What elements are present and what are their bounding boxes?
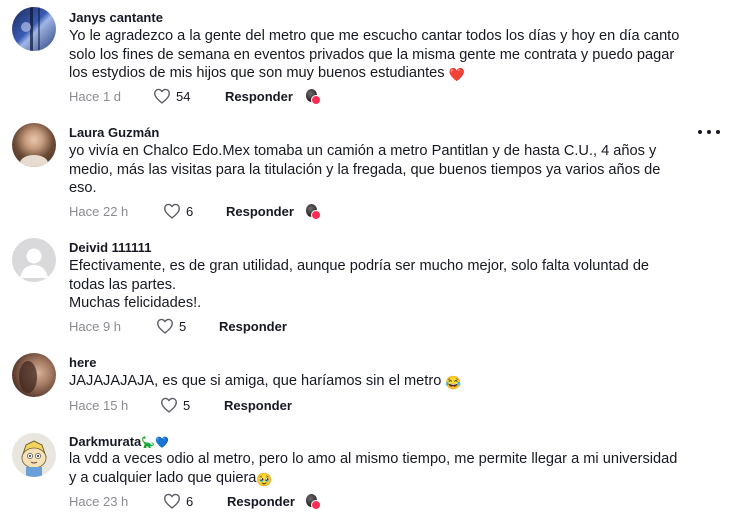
- more-options-button[interactable]: [698, 125, 720, 139]
- comment-meta: Hace 1 d 54 Responder: [69, 86, 293, 106]
- username-emoji: 🦕💙: [141, 437, 169, 449]
- comment-text-body: la vdd a veces odio al metro, pero lo am…: [69, 451, 678, 486]
- avatar-image-icon: [21, 7, 40, 51]
- avatar-image-icon: [19, 361, 37, 393]
- reply-button[interactable]: Responder: [226, 204, 294, 219]
- cartoon-avatar-icon: [21, 440, 47, 477]
- creator-liked-badge: [306, 204, 321, 220]
- comment-item: here JAJAJAJAJA, es que si amiga, que ha…: [0, 346, 750, 426]
- reply-button[interactable]: Responder: [219, 319, 287, 334]
- comment-meta: Hace 9 h 5 Responder: [69, 316, 287, 336]
- comment-meta: Hace 15 h 5 Responder: [69, 395, 292, 415]
- laughing-emoji: 😂: [445, 375, 462, 390]
- creator-liked-badge: [306, 89, 321, 105]
- more-dots-icon: [707, 130, 711, 134]
- username[interactable]: Deivid 111111: [69, 240, 151, 255]
- like-count: 5: [179, 318, 187, 334]
- avatar-image-icon: [20, 155, 48, 167]
- username-text: Darkmurata: [69, 434, 142, 449]
- comment-text-body: Yo le agradezco a la gente del metro que…: [69, 28, 680, 81]
- reply-button[interactable]: Responder: [225, 89, 293, 104]
- avatar[interactable]: [12, 353, 56, 397]
- comment-item: Deivid 111111 Efectivamente, es de gran …: [0, 230, 750, 346]
- comment-meta: Hace 23 h 6 Responder: [69, 491, 295, 511]
- comment-text-body: JAJAJAJAJA, es que si amiga, que haríamo…: [69, 373, 442, 389]
- timestamp: Hace 9 h: [69, 318, 122, 334]
- comment-item: Laura Guzmán yo vivía en Chalco Edo.Mex …: [0, 115, 750, 230]
- like-button[interactable]: 54: [153, 88, 225, 104]
- username[interactable]: Darkmurata🦕💙: [69, 434, 169, 449]
- creator-liked-badge: [306, 494, 321, 510]
- comment-item: Janys cantante Yo le agradezco a la gent…: [0, 0, 750, 115]
- like-button[interactable]: 6: [163, 493, 227, 509]
- timestamp: Hace 23 h: [69, 493, 129, 509]
- comment-meta: Hace 22 h 6 Responder: [69, 201, 294, 221]
- comment-text: Efectivamente, es de gran utilidad, aunq…: [69, 258, 650, 311]
- comment-text: JAJAJAJAJA, es que si amiga, que haríamo…: [69, 372, 699, 393]
- like-count: 5: [183, 397, 191, 413]
- heart-outline-icon: [164, 493, 180, 509]
- comment-text: yo vivía en Chalco Edo.Mex tomaba un cam…: [69, 143, 661, 196]
- heart-outline-icon: [157, 318, 173, 334]
- reply-button[interactable]: Responder: [227, 494, 295, 509]
- comment-text: la vdd a veces odio al metro, pero lo am…: [69, 450, 699, 489]
- more-dots-icon: [698, 130, 702, 134]
- reply-button[interactable]: Responder: [224, 398, 292, 413]
- like-button[interactable]: 5: [160, 397, 224, 413]
- username[interactable]: Laura Guzmán: [69, 125, 159, 140]
- default-avatar-icon: [20, 248, 48, 278]
- timestamp: Hace 1 d: [69, 88, 122, 104]
- like-button[interactable]: 6: [163, 203, 226, 219]
- username[interactable]: Janys cantante: [69, 10, 163, 25]
- comment-item: Darkmurata🦕💙 la vdd a veces odio al metr…: [0, 426, 750, 515]
- pleading-emoji: 🥹: [256, 471, 273, 487]
- username[interactable]: here: [69, 355, 96, 370]
- more-dots-icon: [716, 130, 720, 134]
- like-count: 54: [176, 88, 191, 104]
- like-count: 6: [186, 203, 194, 219]
- heart-outline-icon: [161, 397, 177, 413]
- comment-text: Yo le agradezco a la gente del metro que…: [69, 27, 699, 85]
- like-count: 6: [186, 493, 194, 509]
- timestamp: Hace 22 h: [69, 203, 129, 219]
- avatar[interactable]: [12, 123, 56, 167]
- avatar[interactable]: [12, 433, 56, 477]
- heart-outline-icon: [164, 203, 180, 219]
- like-button[interactable]: 5: [156, 318, 219, 334]
- timestamp: Hace 15 h: [69, 397, 129, 413]
- heart-emoji: ❤️: [448, 67, 465, 82]
- avatar[interactable]: [12, 7, 56, 51]
- heart-outline-icon: [154, 88, 170, 104]
- avatar[interactable]: [12, 238, 56, 282]
